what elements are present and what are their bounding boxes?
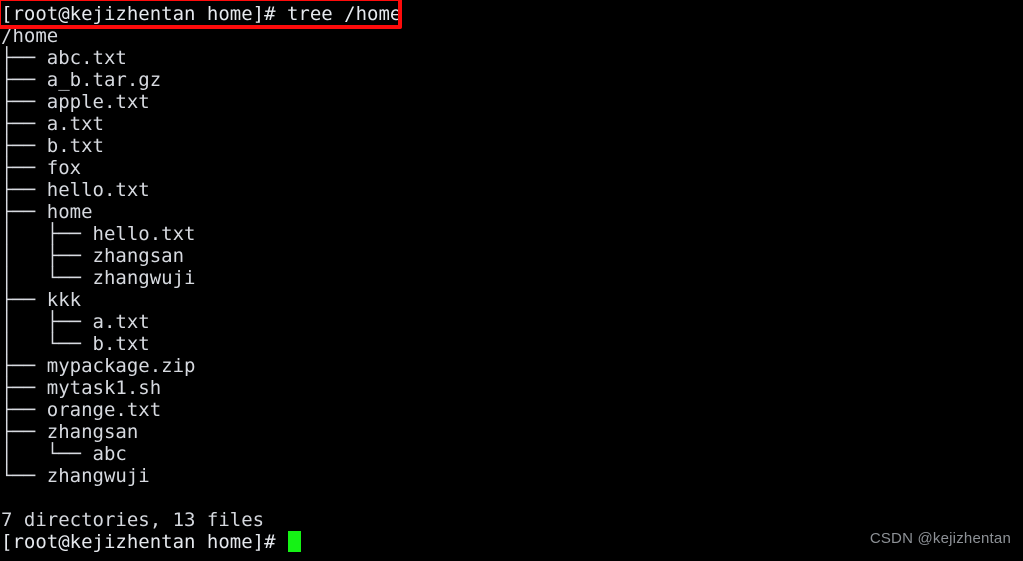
terminal-output: [root@kejizhentan home]# tree /home /hom…: [0, 0, 1023, 553]
tree-line: │ ├── hello.txt: [1, 223, 196, 245]
tree-line: │ └── b.txt: [1, 333, 150, 355]
prompt-text: [root@kejizhentan home]#: [1, 531, 287, 553]
tree-line: ├── zhangsan: [1, 421, 139, 443]
tree-line: ├── mypackage.zip: [1, 355, 196, 377]
terminal-bottom-strip: [0, 557, 1023, 561]
tree-line: ├── abc.txt: [1, 47, 127, 69]
tree-line: ├── apple.txt: [1, 91, 150, 113]
watermark-label: CSDN @kejizhentan: [869, 530, 1011, 547]
tree-line: ├── a.txt: [1, 113, 104, 135]
tree-line: └── zhangwuji: [1, 465, 150, 487]
tree-line: ├── mytask1.sh: [1, 377, 162, 399]
block-cursor-icon: [287, 531, 301, 552]
command-line: [root@kejizhentan home]# tree /home: [1, 3, 402, 25]
tree-summary-line: 7 directories, 13 files: [1, 509, 265, 531]
tree-root-line: /home: [1, 25, 59, 47]
tree-line: ├── orange.txt: [1, 399, 162, 421]
tree-line: │ └── zhangwuji: [1, 267, 196, 289]
tree-line: │ └── abc: [1, 443, 127, 465]
tree-line: ├── fox: [1, 157, 82, 179]
tree-line: │ ├── a.txt: [1, 311, 150, 333]
tree-line: ├── home: [1, 201, 93, 223]
tree-line: ├── b.txt: [1, 135, 104, 157]
tree-line: ├── kkk: [1, 289, 82, 311]
tree-line: │ ├── zhangsan: [1, 245, 185, 267]
tree-line: ├── a_b.tar.gz: [1, 69, 162, 91]
tree-line: ├── hello.txt: [1, 179, 150, 201]
terminal-window[interactable]: [root@kejizhentan home]# tree /home /hom…: [0, 0, 1023, 561]
